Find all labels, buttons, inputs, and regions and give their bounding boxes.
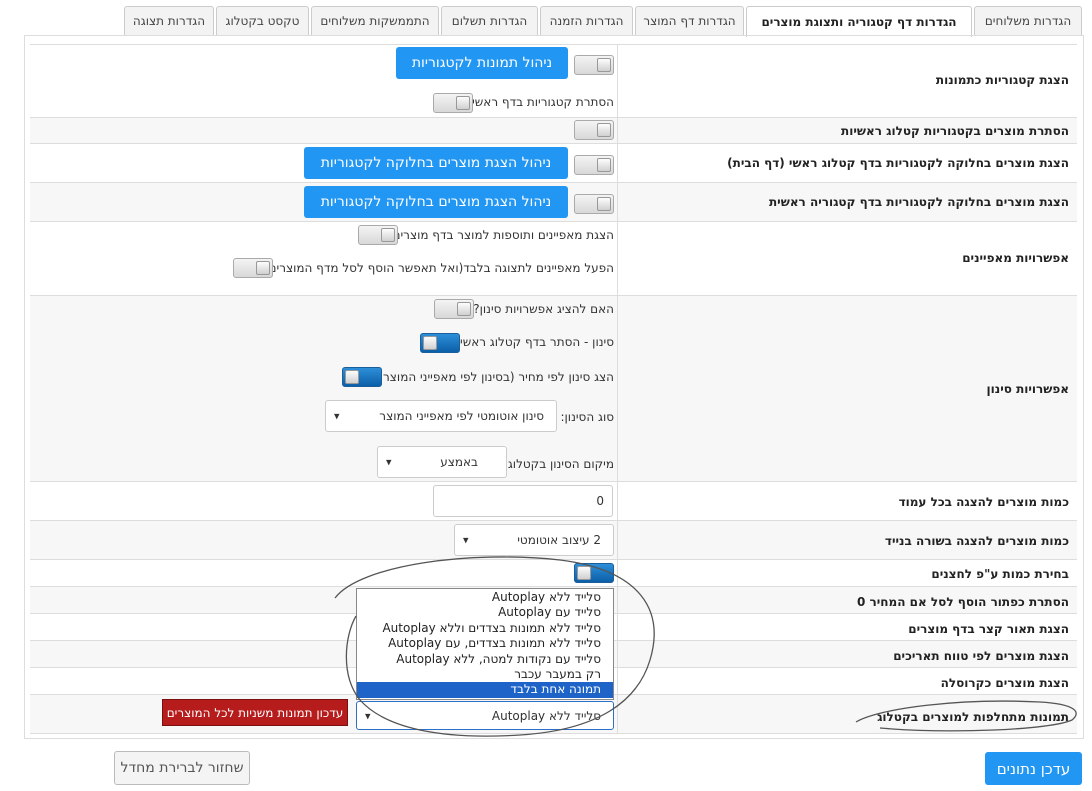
per-page-value: 0 [596, 494, 604, 508]
show-filter-toggle[interactable] [434, 299, 474, 319]
row-label: אפשרויות סינון [986, 382, 1069, 396]
row-label: הצגת מוצרים כקרוסלה [940, 676, 1069, 690]
filter-type-select[interactable]: סינון אוטומטי לפי מאפייני המוצר ▾ [325, 400, 557, 432]
hide-categories-main-toggle[interactable] [433, 93, 473, 113]
show-filter-label: האם להציג אפשרויות סינון? [473, 302, 614, 316]
row-qty-by-clicks: בחירת כמות ע"פ לחצנים [30, 559, 1077, 586]
tab-shipping-settings[interactable]: הגדרות משלוחים [974, 6, 1082, 35]
dropdown-option[interactable]: סלייד ללא תמונות בצדדים, עם Autoplay [388, 636, 601, 650]
tab-order-settings[interactable]: הגדרות הזמנה [540, 6, 633, 35]
features-display-only-toggle[interactable] [233, 258, 273, 278]
update-secondary-images-button[interactable]: עדכון תמונות משניות לכל המוצרים [162, 699, 348, 726]
split-category-main-toggle[interactable] [574, 194, 614, 214]
dropdown-option-selected[interactable]: תמונה אחת בלבד [357, 682, 613, 698]
dropdown-option[interactable]: סלייד ללא Autoplay [492, 590, 601, 604]
split-catalog-home-toggle[interactable] [574, 155, 614, 175]
row-label: הצגת מוצרים בחלוקה לקטגוריות בדף קטגוריה… [768, 195, 1069, 209]
row-label: אפשרויות מאפיינים [962, 251, 1069, 265]
row-label: תמונות מתחלפות למוצרים בקטלוג [877, 710, 1069, 724]
manage-category-images-button[interactable]: ניהול תמונות לקטגוריות [396, 47, 568, 79]
manage-split-catalog-home-button[interactable]: ניהול הצגת מוצרים בחלוקה לקטגוריות [304, 147, 568, 179]
filter-type-value: סינון אוטומטי לפי מאפייני המוצר [379, 409, 544, 423]
row-label: הצגת קטגוריות כתמונות [935, 73, 1069, 87]
filter-position-value: באמצע [440, 455, 478, 469]
alt-images-value: סלייד ללא Autoplay [491, 708, 601, 723]
dropdown-option[interactable]: סלייד עם נקודות למטה, ללא Autoplay [396, 652, 601, 666]
chevron-down-icon: ▾ [365, 709, 371, 722]
alt-images-select[interactable]: סלייד ללא Autoplay ▾ [356, 701, 614, 730]
filter-hide-main-label: סינון - הסתר בדף קטלוג ראשי [460, 335, 614, 349]
tab-payment-settings[interactable]: הגדרות תשלום [441, 6, 538, 35]
chevron-down-icon: ▾ [386, 455, 392, 469]
filter-position-label: מיקום הסינון בקטלוג [507, 457, 614, 471]
filter-by-price-label: הצג סינון לפי מחיר (בסינון לפי מאפייני ה… [378, 370, 614, 384]
tab-product-page-settings[interactable]: הגדרות דף המוצר [635, 6, 744, 35]
dropdown-option[interactable]: רק במעבר עכבר [514, 667, 601, 681]
category-images-toggle[interactable] [574, 55, 614, 75]
filter-by-price-toggle[interactable] [342, 367, 382, 387]
row-label: הצגת מוצרים בחלוקה לקטגוריות בדף קטלוג ר… [727, 156, 1069, 170]
row-label: הסתרת כפתור הוסף לסל אם המחיר 0 [857, 595, 1069, 609]
filter-position-select[interactable]: באמצע ▾ [377, 446, 507, 478]
filter-type-label: סוג הסינון: [560, 410, 614, 424]
manage-split-category-main-button[interactable]: ניהול הצגת מוצרים בחלוקה לקטגוריות [304, 186, 568, 218]
row-label: הצגת מוצרים לפי טווח תאריכים [893, 649, 1069, 663]
row-filter: אפשרויות סינון [30, 295, 1077, 481]
hide-products-main-toggle[interactable] [574, 120, 614, 140]
chevron-down-icon: ▾ [463, 533, 469, 547]
tab-category-page-settings[interactable]: הגדרות דף קטגוריה ותצוגת מוצרים [746, 6, 972, 37]
features-option-toggle[interactable] [358, 225, 398, 245]
column-divider [617, 44, 618, 734]
row-label: הצגת תאור קצר בדף מוצרים [908, 622, 1069, 636]
chevron-down-icon: ▾ [334, 409, 340, 423]
dropdown-option[interactable]: סלייד ללא תמונות בצדדים וללא Autoplay [382, 621, 601, 635]
features-option-label: הצגת מאפיינים ותוספות למוצר בדף מוצרים [392, 228, 614, 242]
filter-hide-main-toggle[interactable] [420, 333, 460, 353]
row-label: כמות מוצרים להצגה בשורה בנייד [884, 534, 1069, 548]
row-label: הסתרת מוצרים בקטגוריות קטלוג ראשיות [841, 124, 1069, 138]
save-button[interactable]: עדכן נתונים [985, 752, 1082, 785]
qty-by-clicks-toggle[interactable] [574, 563, 614, 583]
alt-images-dropdown-list: סלייד ללא Autoplay סלייד עם Autoplay סלי… [356, 588, 614, 700]
tab-shipping-integration[interactable]: התממשקות משלוחים [311, 6, 439, 35]
features-display-only-label: הפעל מאפיינים לתצוגה בלבד(ואל תאפשר הוסף… [263, 261, 614, 275]
reset-defaults-button[interactable]: שחזור לברירת מחדל [114, 751, 250, 785]
dropdown-option[interactable]: סלייד עם Autoplay [498, 605, 601, 619]
per-row-mobile-value: 2 עיצוב אוטומטי [517, 533, 601, 547]
row-hide-products-main: הסתרת מוצרים בקטגוריות קטלוג ראשיות [30, 117, 1077, 143]
tab-display-settings[interactable]: הגדרות תצוגה [124, 6, 214, 35]
tab-catalog-text[interactable]: טקסט בקטלוג [216, 6, 309, 35]
per-page-input[interactable]: 0 [433, 485, 613, 517]
row-label: בחירת כמות ע"פ לחצנים [931, 567, 1069, 581]
hide-categories-main-label: הסתרת קטגוריות בדף ראשי [472, 95, 614, 109]
per-row-mobile-select[interactable]: 2 עיצוב אוטומטי ▾ [454, 524, 614, 556]
row-label: כמות מוצרים להצגה בכל עמוד [898, 495, 1069, 509]
